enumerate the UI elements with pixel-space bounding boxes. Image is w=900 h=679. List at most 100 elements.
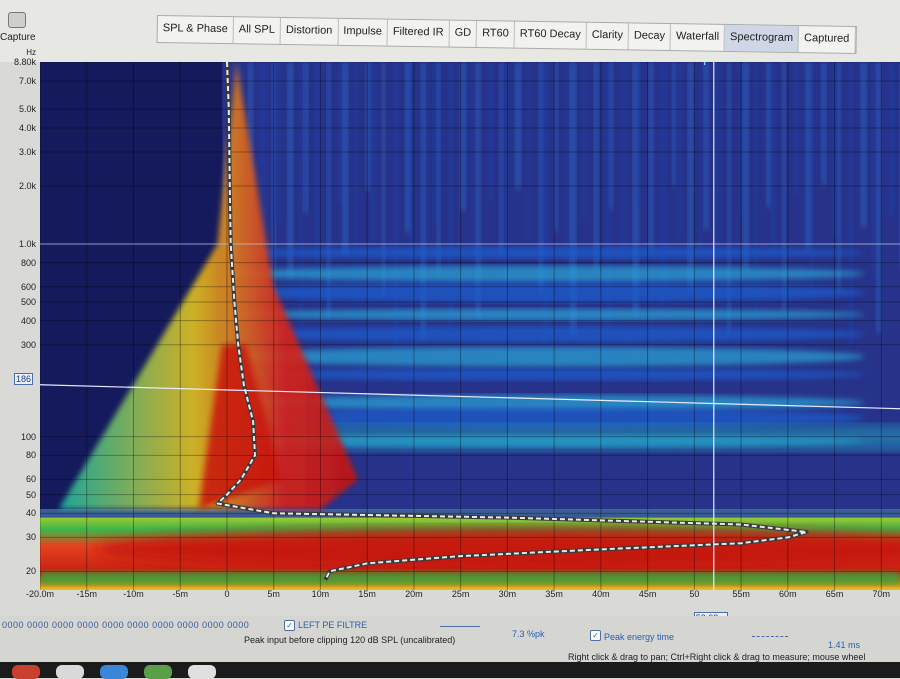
hf-streak: [382, 62, 386, 297]
hf-streak: [488, 62, 494, 200]
tab-captured[interactable]: Captured: [799, 26, 856, 53]
hf-streak: [315, 62, 321, 266]
x-tick-label: -15m: [76, 589, 97, 599]
camera-icon: [8, 12, 26, 28]
x-tick-label: 0: [224, 589, 229, 599]
tab-rt60[interactable]: RT60: [477, 21, 515, 48]
hf-streak: [770, 62, 776, 260]
x-tick-label: -10m: [123, 589, 144, 599]
y-tick-label: 400: [21, 316, 36, 326]
x-tick-label: 70m: [873, 589, 891, 599]
hf-streak: [861, 62, 867, 227]
y-axis-unit: Hz: [26, 48, 36, 57]
spectrogram-plot[interactable]: ✛: [40, 62, 900, 590]
tab-distortion[interactable]: Distortion: [281, 18, 339, 45]
peak-energy-time-checkbox[interactable]: ✓: [590, 630, 601, 641]
x-tick-label: 60m: [779, 589, 797, 599]
view-tabs: SPL & PhaseAll SPLDistortionImpulseFilte…: [157, 15, 857, 54]
hf-streak: [700, 62, 704, 346]
interaction-hint: Right click & drag to pan; Ctrl+Right cl…: [568, 652, 865, 662]
tab-impulse[interactable]: Impulse: [338, 19, 388, 46]
x-tick-label: 20m: [405, 589, 423, 599]
x-tick-label: 55m: [732, 589, 750, 599]
dock-app-icon[interactable]: [56, 665, 84, 679]
hf-streak: [676, 62, 681, 240]
y-tick-label: 100: [21, 432, 36, 442]
tab-rt60-decay[interactable]: RT60 Decay: [515, 22, 587, 49]
y-tick-label: 800: [21, 258, 36, 268]
y-tick-label: 1.0k: [19, 239, 36, 249]
hf-streak: [755, 62, 759, 324]
hf-streak: [810, 62, 814, 302]
hf-streak: [594, 62, 599, 273]
capture-label: Capture: [0, 32, 36, 43]
left-pe-filtre-label: LEFT PE FILTRE: [298, 620, 367, 630]
peak-energy-time-value: 1.41 ms: [828, 640, 860, 650]
x-tick-label: -5m: [172, 589, 188, 599]
x-tick-label: 65m: [826, 589, 844, 599]
hf-streak: [582, 62, 586, 220]
tab-filtered-ir[interactable]: Filtered IR: [388, 20, 450, 47]
peak-energy-time-label: Peak energy time: [604, 632, 674, 642]
x-tick-label: 50: [689, 589, 699, 599]
hf-streak: [437, 62, 441, 275]
hf-streak: [472, 62, 476, 264]
x-tick-label: -20.0m: [26, 589, 54, 599]
hf-streak: [876, 62, 881, 333]
hf-streak: [370, 62, 376, 244]
capture-button[interactable]: Capture: [0, 10, 40, 46]
y-tick-label: 80: [26, 450, 36, 460]
tab-spectrogram[interactable]: Spectrogram: [725, 25, 799, 52]
sub-band: [40, 571, 900, 585]
dock-app-icon[interactable]: [12, 665, 40, 679]
y-tick-label: 5.0k: [19, 104, 36, 114]
y-tick-label: 2.0k: [19, 181, 36, 191]
y-tick-label: 600: [21, 282, 36, 292]
hf-streak: [888, 62, 894, 216]
hf-streak: [688, 62, 694, 293]
y-tick-label: 300: [21, 340, 36, 350]
hf-streak: [342, 62, 348, 255]
dock-app-icon[interactable]: [100, 665, 128, 679]
tab-spl-phase[interactable]: SPL & Phase: [158, 16, 234, 43]
y-tick-label: 40: [26, 508, 36, 518]
dock: [0, 662, 900, 678]
hf-streak: [637, 62, 641, 198]
y-axis: Hz 8.80k7.0k5.0k4.0k3.0k2.0k1.0k80060050…: [0, 48, 40, 590]
tab-decay[interactable]: Decay: [629, 23, 672, 50]
crosshair-icon: ✛: [700, 62, 710, 68]
y-tick-label: 60: [26, 474, 36, 484]
x-tick-label: 10m: [312, 589, 330, 599]
hf-streak: [609, 62, 613, 209]
y-tick-label: 50: [26, 490, 36, 500]
x-tick-label: 25m: [452, 589, 470, 599]
x-tick-label: 15m: [358, 589, 376, 599]
hf-streak: [543, 62, 549, 348]
x-tick-label: 40m: [592, 589, 610, 599]
spectrogram-svg[interactable]: ✛: [40, 62, 900, 590]
hf-streak: [393, 62, 398, 350]
legend-line-solid: [440, 626, 480, 627]
hf-streak: [303, 62, 308, 213]
dock-app-icon[interactable]: [144, 665, 172, 679]
level-meter-digits: 0000 0000 0000 0000 0000 0000 0000 0000 …: [2, 620, 249, 630]
x-tick-label: 30m: [499, 589, 517, 599]
tab-waterfall[interactable]: Waterfall: [671, 24, 725, 51]
dock-app-icon[interactable]: [188, 665, 216, 679]
y-tick-label: 500: [21, 297, 36, 307]
x-tick-label: 45m: [639, 589, 657, 599]
hf-streak: [743, 62, 749, 271]
hf-streak: [499, 62, 503, 253]
hf-streak: [287, 62, 293, 277]
hf-streak: [837, 62, 841, 291]
y-tick-label: 8.80k: [14, 57, 36, 67]
tab-all-spl[interactable]: All SPL: [234, 17, 281, 44]
legend-line-dashed: [752, 636, 788, 637]
left-pe-filtre-checkbox[interactable]: ✓: [284, 620, 295, 631]
hf-streak: [704, 62, 709, 229]
peak-input-text: Peak input before clipping 120 dB SPL (u…: [244, 635, 455, 645]
hf-streak: [649, 62, 654, 251]
tab-clarity[interactable]: Clarity: [587, 23, 630, 50]
tab-gd[interactable]: GD: [449, 21, 477, 47]
x-tick-label: 35m: [545, 589, 563, 599]
